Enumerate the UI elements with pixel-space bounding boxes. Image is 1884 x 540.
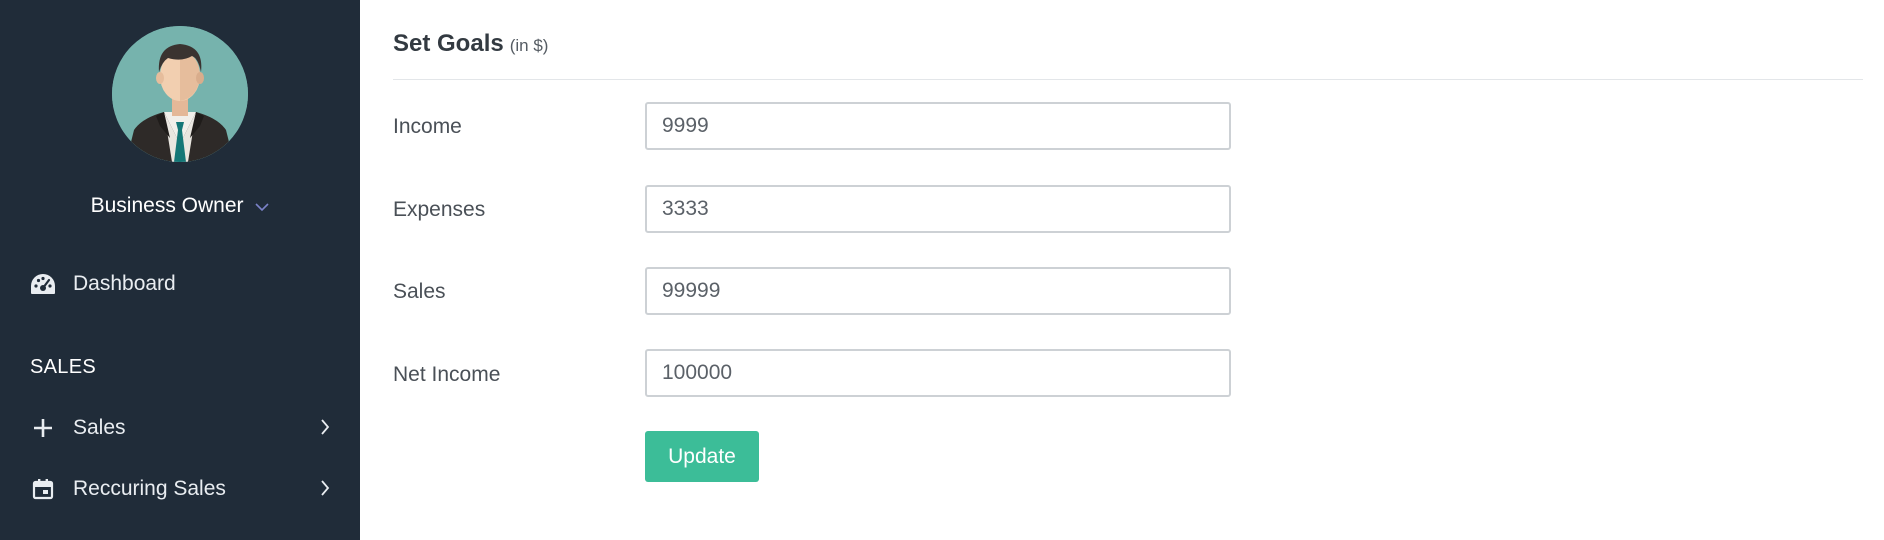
page-title-unit: (in $) — [509, 36, 549, 55]
sidebar-item-label: Sales — [73, 416, 126, 439]
sidebar: Business Owner Dashboard SALES Sales Rec… — [0, 0, 360, 540]
sidebar-item-reccuring-sales[interactable]: Reccuring Sales — [0, 467, 360, 511]
sidebar-item-sales[interactable]: Sales — [0, 406, 360, 450]
chevron-right-icon — [320, 479, 330, 503]
calendar-icon — [29, 475, 57, 503]
business-man-avatar-icon — [112, 26, 248, 162]
main-content: Set Goals (in $) Income Expenses Sales Ne… — [360, 0, 1884, 540]
user-name: Business Owner — [90, 194, 244, 217]
page-title-text: Set Goals — [393, 30, 504, 57]
update-button[interactable]: Update — [645, 431, 759, 482]
sidebar-item-dashboard[interactable]: Dashboard — [0, 262, 360, 306]
expenses-field[interactable] — [645, 185, 1231, 233]
income-field[interactable] — [645, 102, 1231, 150]
title-divider — [393, 79, 1863, 80]
net-income-field[interactable] — [645, 349, 1231, 397]
page-title: Set Goals (in $) — [393, 30, 548, 58]
net-income-label: Net Income — [393, 363, 501, 386]
avatar — [112, 26, 248, 162]
sales-label: Sales — [393, 280, 446, 303]
chevron-right-icon — [320, 418, 330, 442]
sidebar-item-label: Reccuring Sales — [73, 477, 226, 500]
plus-icon — [29, 414, 57, 442]
dashboard-gauge-icon — [29, 270, 57, 298]
income-label: Income — [393, 115, 462, 138]
sales-field[interactable] — [645, 267, 1231, 315]
user-menu[interactable]: Business Owner — [0, 194, 360, 218]
sidebar-item-label: Dashboard — [73, 272, 176, 295]
expenses-label: Expenses — [393, 198, 486, 221]
chevron-down-icon — [255, 194, 269, 218]
sidebar-section-header: SALES — [30, 356, 96, 378]
